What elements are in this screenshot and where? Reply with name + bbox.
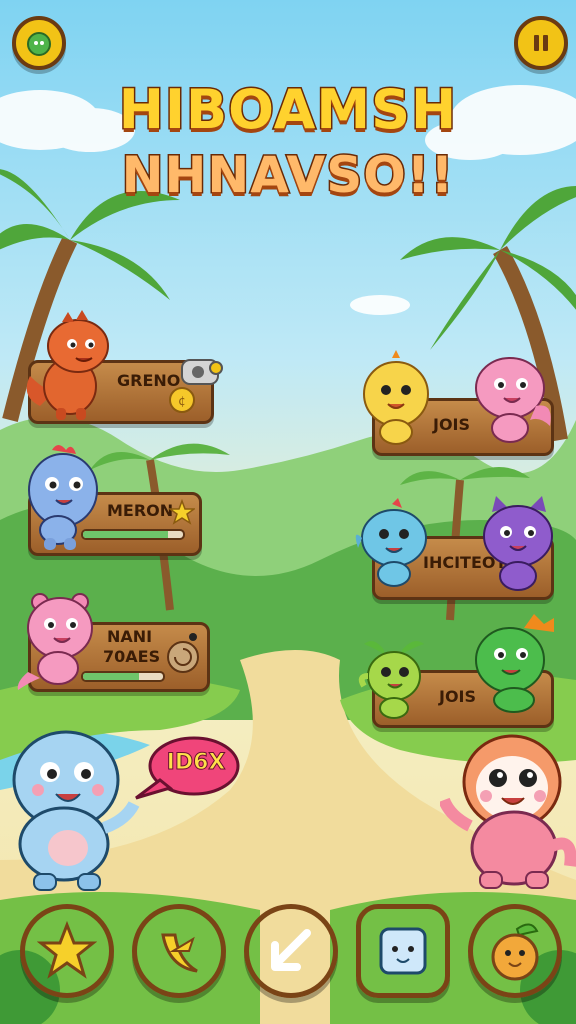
orange-dino-creature[interactable] <box>20 306 116 424</box>
game-title-line-1: HIBOAMSH <box>117 77 458 143</box>
menu-button[interactable] <box>12 16 66 70</box>
banana-button[interactable] <box>132 904 226 998</box>
fruit-face-icon <box>491 923 539 981</box>
star-button[interactable] <box>20 904 114 998</box>
star-icon <box>37 921 97 979</box>
cat-face-icon <box>27 32 51 56</box>
speech-bubble: ID6X <box>132 736 240 802</box>
svg-text:¢: ¢ <box>178 394 186 408</box>
purple-cat-creature[interactable] <box>474 492 560 592</box>
camera-robot-icon <box>181 359 223 385</box>
snail-icon <box>167 633 199 673</box>
green-dragon-creature[interactable] <box>464 608 568 714</box>
blue-round-creature[interactable] <box>18 440 108 552</box>
game-screen: HIBOAMSH NHNAVSO!! GRENO ¢ MERON NANI 70… <box>0 0 576 1024</box>
star-icon <box>169 499 195 525</box>
fruit-button[interactable] <box>468 904 562 998</box>
green-sprout-creature[interactable] <box>354 636 438 722</box>
speech-bubble-text: ID6X <box>166 750 226 776</box>
pause-icon <box>534 35 548 51</box>
pink-bear-creature[interactable] <box>14 582 104 692</box>
teal-fish-creature[interactable] <box>354 498 436 592</box>
blue-mascot-creature[interactable] <box>0 724 150 894</box>
pause-button[interactable] <box>514 16 568 70</box>
creature-name: JOIS <box>433 415 471 434</box>
creature-name: MERON <box>107 501 174 520</box>
pink-bird-creature[interactable] <box>466 346 556 448</box>
game-title-line-2: NHNAVSO!! <box>120 145 455 206</box>
cube-button[interactable] <box>356 904 450 998</box>
creature-name-line-1: NANI <box>107 627 153 646</box>
banana-icon <box>161 933 198 973</box>
arrow-button[interactable] <box>244 904 338 998</box>
cube-face-icon <box>379 927 427 975</box>
creature-name-line-2: 70AES <box>103 647 161 666</box>
orange-mascot-creature[interactable] <box>440 726 576 890</box>
arrow-icon <box>271 929 311 971</box>
yellow-chick-creature[interactable] <box>358 350 434 446</box>
